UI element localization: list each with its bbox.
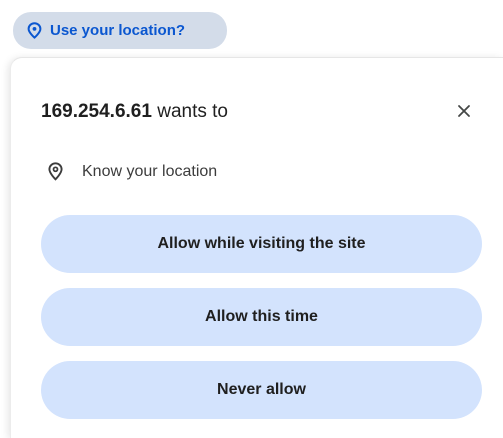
title-suffix: wants to — [151, 101, 228, 122]
allow-this-time-button[interactable]: Allow this time — [41, 288, 482, 346]
allow-while-visiting-button[interactable]: Allow while visiting the site — [41, 215, 482, 273]
permission-prompt-dialog: 169.254.6.61 wants to Know your location… — [10, 57, 503, 438]
permission-label: Know your location — [82, 162, 218, 180]
site-origin: 169.254.6.61 — [41, 101, 152, 122]
permission-row-location: Know your location — [48, 162, 217, 181]
chip-label: Use your location? — [50, 22, 186, 39]
location-pin-icon — [48, 162, 63, 181]
close-button[interactable] — [455, 102, 473, 120]
never-allow-button[interactable]: Never allow — [41, 361, 482, 419]
dialog-title: 169.254.6.61 wants to — [41, 101, 228, 123]
location-permission-chip[interactable]: Use your location? — [13, 12, 227, 49]
close-icon — [457, 104, 471, 118]
location-pin-icon — [27, 22, 42, 39]
